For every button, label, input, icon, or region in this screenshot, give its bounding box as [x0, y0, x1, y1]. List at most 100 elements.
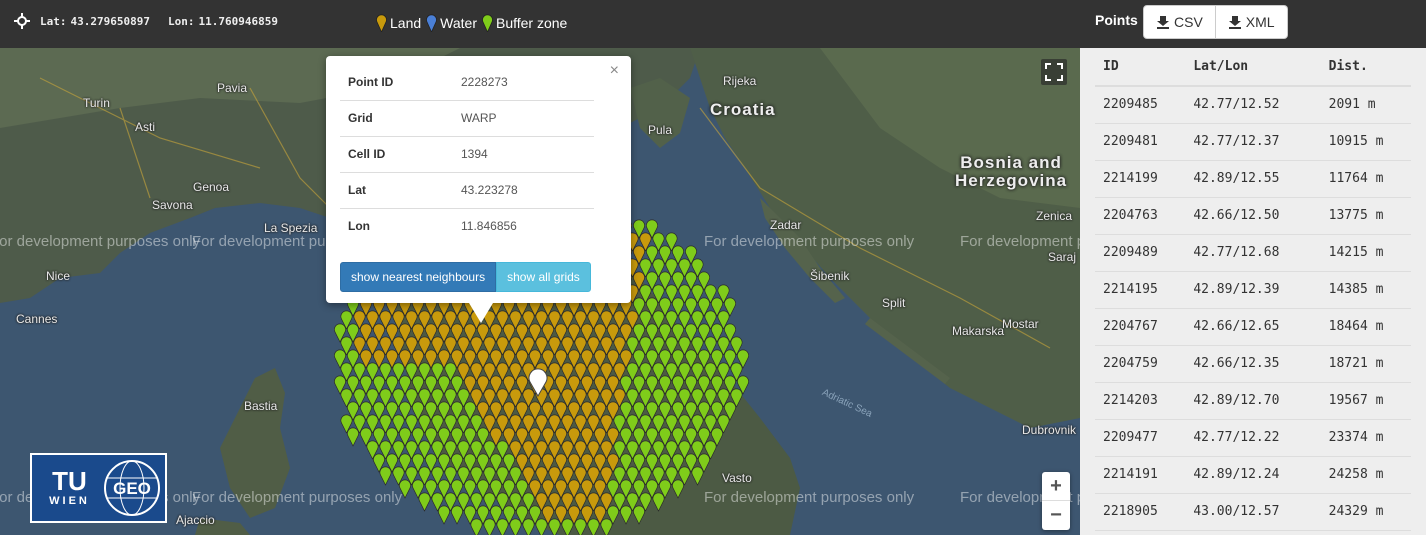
grid-point-marker[interactable] [691, 466, 704, 486]
legend-water-label: Water [440, 15, 477, 31]
zoom-in-button[interactable]: + [1042, 472, 1070, 501]
info-key: Grid [340, 100, 453, 137]
grid-point-marker[interactable] [470, 518, 483, 535]
export-buttons: CSV XML [1143, 5, 1288, 39]
cell-latlon: 42.77/12.37 [1185, 123, 1321, 161]
grid-point-marker[interactable] [483, 518, 496, 535]
grid-point-marker[interactable] [379, 466, 392, 486]
table-row[interactable]: 2214203 42.89/12.70 19567 m [1095, 382, 1411, 420]
table-row[interactable]: 2209489 42.77/12.68 14215 m [1095, 234, 1411, 272]
map-legend: Land Water Buffer zone [376, 14, 572, 32]
info-value: 43.223278 [453, 172, 594, 209]
grid-point-marker[interactable] [451, 505, 463, 525]
cell-latlon: 42.89/12.55 [1185, 160, 1321, 198]
info-row: Lon 11.846856 [340, 208, 594, 244]
grid-point-marker[interactable] [418, 492, 431, 512]
grid-point-marker[interactable] [574, 518, 587, 535]
cell-id: 2209485 [1095, 86, 1186, 124]
show-nearest-neighbours-button[interactable]: show nearest neighbours [340, 262, 497, 292]
cell-dist: 18721 m [1320, 345, 1411, 383]
cell-dist: 14385 m [1320, 271, 1411, 309]
tu-wien-geo-logo: TU WIEN GEO [30, 453, 167, 523]
cell-id: 2214191 [1095, 456, 1186, 494]
legend-water: Water [426, 14, 477, 32]
logo-geo-text: GEO [113, 479, 151, 498]
grid-point-marker[interactable] [600, 518, 613, 535]
crosshair-icon [14, 13, 30, 29]
cell-latlon: 42.89/12.24 [1185, 456, 1321, 494]
map-canvas[interactable]: For development purposes only For develo… [0, 48, 1080, 535]
cell-dist: 13775 m [1320, 197, 1411, 235]
cell-dist: 11764 m [1320, 160, 1411, 198]
cell-latlon: 42.66/12.65 [1185, 308, 1321, 346]
cell-id: 2209477 [1095, 419, 1186, 457]
grid-point-marker[interactable] [587, 518, 600, 535]
lat-value: 43.279650897 [70, 14, 150, 28]
cursor-coordinates: Lat: 43.279650897 Lon: 11.760946859 [14, 13, 296, 29]
grid-point-marker[interactable] [535, 518, 548, 535]
grid-point-marker[interactable] [509, 518, 522, 535]
grid-point-marker[interactable] [438, 505, 450, 525]
show-all-grids-button[interactable]: show all grids [496, 262, 591, 292]
table-row[interactable]: 2214191 42.89/12.24 24258 m [1095, 456, 1411, 494]
cell-dist: 18464 m [1320, 308, 1411, 346]
table-row[interactable]: 2214199 42.89/12.55 11764 m [1095, 160, 1411, 198]
cell-latlon: 42.77/12.52 [1185, 86, 1321, 124]
info-key: Cell ID [340, 136, 453, 173]
table-row[interactable]: 2209485 42.77/12.52 2091 m [1095, 86, 1411, 124]
table-row[interactable]: 2209477 42.77/12.22 23374 m [1095, 419, 1411, 457]
cell-latlon: 43.00/12.57 [1185, 493, 1321, 531]
cell-dist: 24329 m [1320, 493, 1411, 531]
column-header-latlon[interactable]: Lat/Lon [1185, 48, 1321, 87]
lat-label: Lat: [40, 14, 67, 28]
close-icon[interactable]: × [610, 62, 619, 80]
table-row[interactable]: 2209481 42.77/12.37 10915 m [1095, 123, 1411, 161]
info-key: Lat [340, 172, 453, 209]
column-header-dist[interactable]: Dist. [1320, 48, 1411, 87]
table-row[interactable]: 2214195 42.89/12.39 14385 m [1095, 271, 1411, 309]
grid-point-marker[interactable] [672, 479, 684, 499]
cell-id: 2204759 [1095, 345, 1186, 383]
table-row[interactable]: 2204759 42.66/12.35 18721 m [1095, 345, 1411, 383]
cell-latlon: 42.66/12.50 [1185, 197, 1321, 235]
download-icon [1228, 16, 1241, 29]
grid-point-marker[interactable] [548, 518, 561, 535]
cell-dist: 10915 m [1320, 123, 1411, 161]
download-icon [1157, 16, 1169, 29]
info-value: WARP [453, 100, 594, 137]
table-row[interactable]: 2204763 42.66/12.50 13775 m [1095, 197, 1411, 235]
grid-point-marker[interactable] [633, 505, 645, 525]
column-header-id[interactable]: ID [1095, 48, 1186, 87]
cell-id: 2204763 [1095, 197, 1186, 235]
water-marker-icon [426, 14, 438, 32]
xml-label: XML [1245, 14, 1275, 30]
info-row: Lat 43.223278 [340, 172, 594, 209]
lon-label: Lon: [167, 14, 195, 28]
legend-buffer-label: Buffer zone [495, 15, 568, 31]
info-value: 2228273 [453, 64, 594, 101]
legend-land-label: Land [390, 15, 422, 31]
cell-latlon: 42.77/12.22 [1185, 419, 1321, 457]
grid-point-marker[interactable] [399, 479, 411, 499]
grid-point-marker[interactable] [347, 427, 359, 447]
info-value: 1394 [453, 136, 594, 173]
xml-button[interactable]: XML [1215, 5, 1288, 39]
cell-dist: 14215 m [1320, 234, 1411, 272]
table-row[interactable]: 2204767 42.66/12.65 18464 m [1095, 308, 1411, 346]
grid-point-marker[interactable] [561, 518, 574, 535]
grid-point-marker[interactable] [620, 505, 632, 525]
grid-point-marker[interactable] [496, 518, 509, 535]
info-value: 11.846856 [461, 219, 517, 234]
logo-wien-text: WIEN [49, 495, 90, 507]
grid-point-marker[interactable] [522, 518, 535, 535]
cell-id: 2214195 [1095, 271, 1186, 309]
point-info-table: Point ID 2228273 Grid WARP Cell ID 1394 Lat… [340, 64, 594, 244]
fullscreen-button[interactable] [1041, 59, 1067, 85]
land-marker-icon [376, 14, 387, 32]
csv-button[interactable]: CSV [1143, 5, 1216, 39]
table-row[interactable]: 2218905 43.00/12.57 24329 m [1095, 493, 1411, 531]
cell-dist: 24258 m [1320, 456, 1411, 494]
info-row: Cell ID 1394 [340, 136, 594, 173]
zoom-out-button[interactable]: − [1042, 501, 1070, 530]
grid-point-marker[interactable] [652, 492, 665, 512]
